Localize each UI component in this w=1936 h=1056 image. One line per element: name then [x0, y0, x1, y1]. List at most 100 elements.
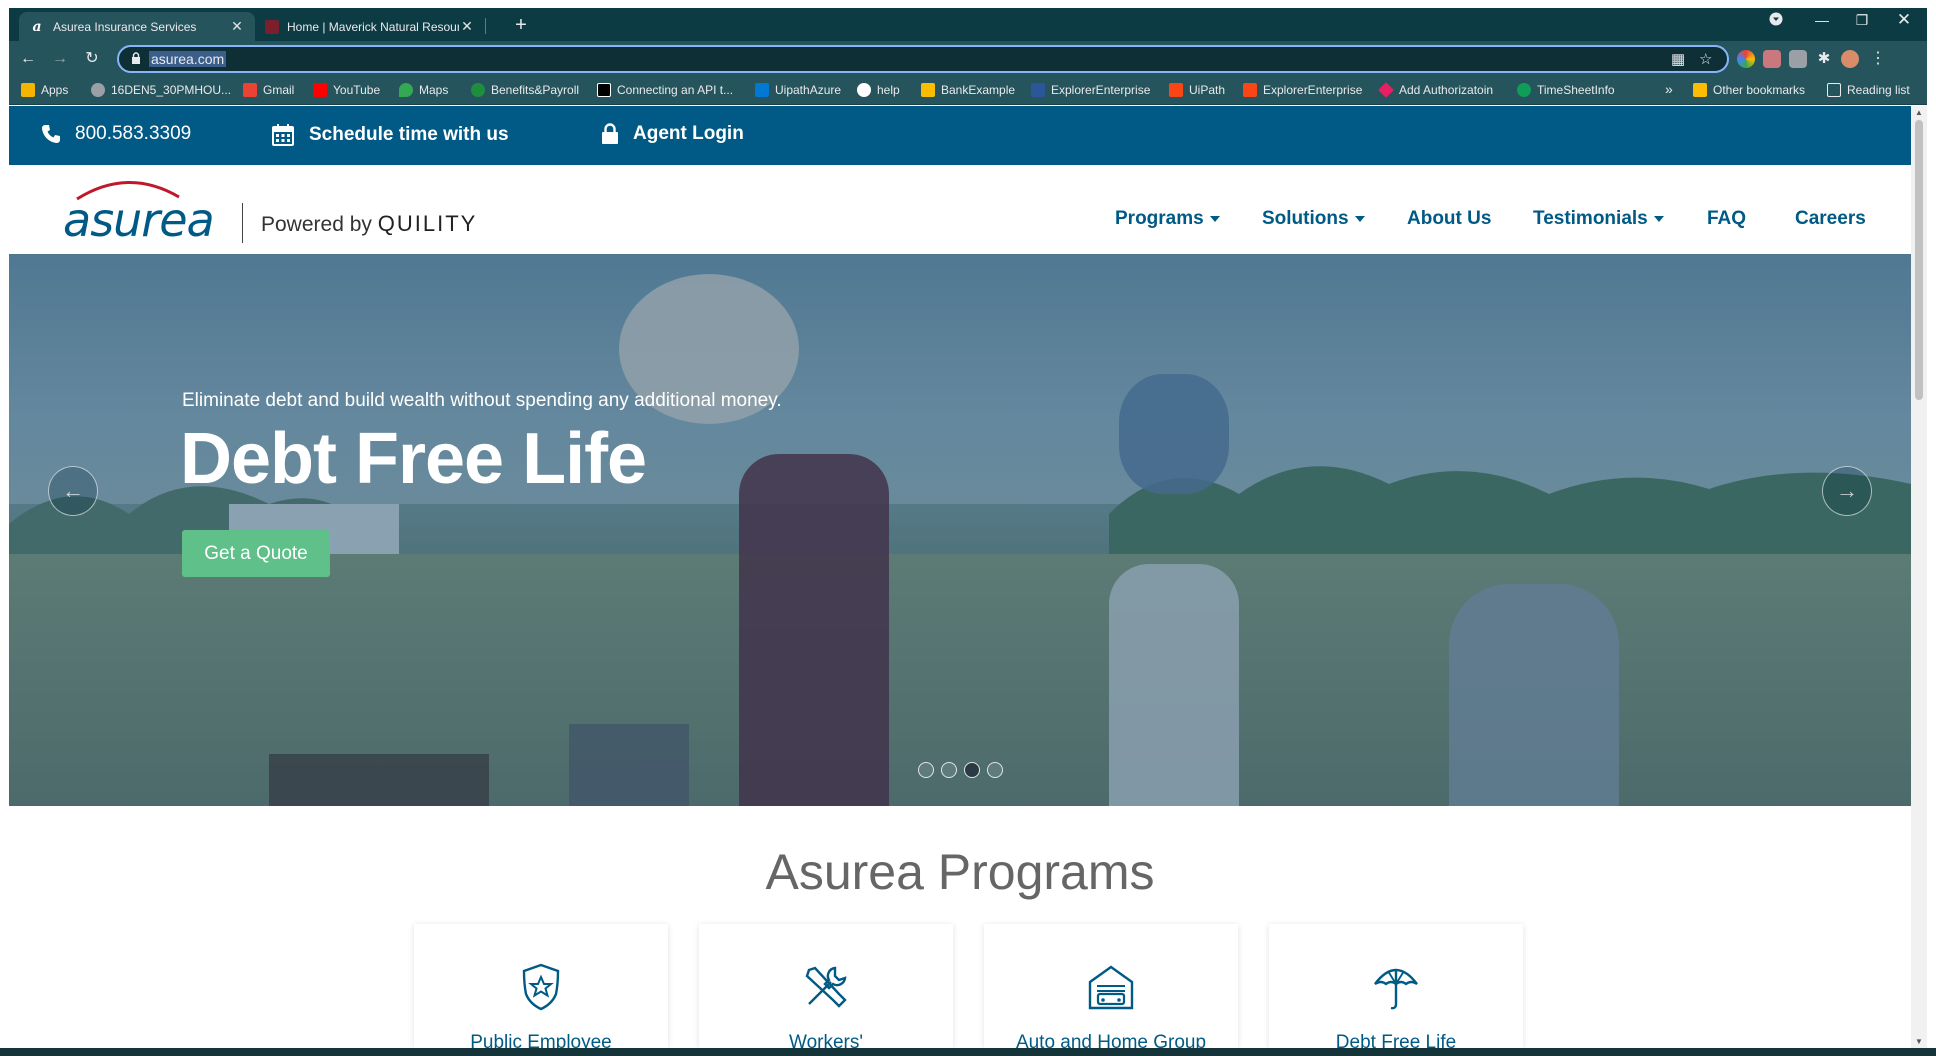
bookmark-label: UiPath: [1189, 83, 1226, 97]
arrow-left-icon: ←: [62, 478, 84, 503]
bookmark-label: UipathAzure: [775, 83, 842, 97]
schedule-label: Schedule time with us: [309, 124, 509, 145]
tab-search-icon[interactable]: [1761, 12, 1791, 29]
scrollbar-thumb[interactable]: [1915, 120, 1923, 400]
bookmark-item[interactable]: Maps: [399, 83, 448, 97]
nav-about-us[interactable]: About Us: [1407, 208, 1491, 230]
carousel-prev-button[interactable]: ←: [48, 466, 98, 516]
forward-button[interactable]: →: [49, 48, 71, 70]
uipath-icon: [1169, 83, 1183, 97]
bookmark-star-icon[interactable]: ☆: [1699, 50, 1712, 68]
caret-down-icon: [1653, 216, 1664, 222]
tab-asurea[interactable]: a Asurea Insurance Services ✕: [19, 12, 255, 41]
scroll-down-arrow-icon[interactable]: ▼: [1914, 1037, 1924, 1046]
maps-icon: [399, 83, 413, 97]
bookmarks-bar: Apps 16DEN5_30PMHOU... Gmail YouTube Map…: [9, 77, 1927, 105]
nav-faq[interactable]: FAQ: [1707, 208, 1746, 230]
bookmark-item[interactable]: ExplorerEnterprise: [1031, 83, 1150, 97]
new-tab-button[interactable]: +: [509, 14, 533, 37]
bookmark-label: BankExample: [941, 83, 1016, 97]
reload-button[interactable]: ↻: [81, 48, 103, 70]
schedule-link[interactable]: Schedule time with us: [271, 123, 509, 147]
program-card-debt-free-life[interactable]: Debt Free Life: [1269, 924, 1523, 1048]
bookmark-item[interactable]: BankExample: [921, 83, 1015, 97]
scroll-up-arrow-icon[interactable]: ▲: [1914, 108, 1924, 117]
nav-careers[interactable]: Careers: [1795, 208, 1866, 230]
nav-programs[interactable]: Programs: [1115, 208, 1220, 230]
hero-subtitle: Eliminate debt and build wealth without …: [182, 390, 782, 411]
browser-menu-icon[interactable]: ⋮: [1867, 48, 1889, 70]
bookmark-label: ExplorerEnterprise: [1051, 83, 1151, 97]
bookmark-item[interactable]: Gmail: [243, 83, 294, 97]
bookmark-item[interactable]: 16DEN5_30PMHOU...: [91, 83, 231, 97]
lock-icon: [132, 52, 140, 64]
browser-toolbar: ← → ↻ asurea.com ▦ ☆ ✱ ⋮: [9, 41, 1927, 77]
carousel-dot-active[interactable]: [964, 762, 980, 778]
restore-button[interactable]: ❐: [1847, 12, 1877, 29]
program-card-label: Auto and Home Group: [1015, 1032, 1207, 1048]
web-page: 800.583.3309 Schedule time with us Agent…: [9, 106, 1911, 1048]
carousel-dot[interactable]: [918, 762, 934, 778]
carousel-indicators: [918, 762, 1010, 778]
nav-testimonials[interactable]: Testimonials: [1533, 208, 1664, 230]
tab-maverick[interactable]: Home | Maverick Natural Resourc ✕: [255, 12, 485, 41]
bookmark-item[interactable]: UipathAzure: [755, 83, 841, 97]
tab-title: Asurea Insurance Services: [53, 19, 197, 34]
agent-login-link[interactable]: Agent Login: [601, 123, 744, 145]
bookmark-label: Connecting an API t...: [617, 83, 734, 97]
extension-icon[interactable]: [1789, 50, 1807, 68]
carousel-dot[interactable]: [987, 762, 1003, 778]
bookmark-item[interactable]: help: [857, 83, 900, 97]
bookmark-label: YouTube: [333, 83, 381, 97]
phone-link[interactable]: 800.583.3309: [41, 123, 191, 145]
reading-list-button[interactable]: Reading list: [1827, 83, 1910, 97]
program-card-auto-home[interactable]: Auto and Home Group: [984, 924, 1238, 1048]
carousel-next-button[interactable]: →: [1822, 466, 1872, 516]
bookmark-item[interactable]: ExplorerEnterprise: [1243, 83, 1362, 97]
other-bookmarks-folder[interactable]: Other bookmarks: [1693, 83, 1805, 97]
qr-code-icon[interactable]: ▦: [1671, 50, 1685, 68]
close-tab-icon[interactable]: ✕: [229, 18, 245, 35]
back-button[interactable]: ←: [17, 48, 39, 70]
police-badge-icon: [522, 963, 560, 1011]
bookmark-item[interactable]: TimeSheetInfo: [1517, 83, 1615, 97]
address-bar[interactable]: asurea.com ▦ ☆: [117, 45, 1729, 73]
bookmark-item[interactable]: Connecting an API t...: [597, 83, 733, 97]
bank-icon: [921, 83, 935, 97]
minimize-button[interactable]: —: [1807, 12, 1837, 28]
garage-car-icon: [1088, 965, 1134, 1010]
nav-solutions[interactable]: Solutions: [1262, 208, 1365, 230]
main-navigation: asurea Powered by QUILITY Programs Solut…: [9, 165, 1911, 254]
color-extension-icon[interactable]: [1737, 50, 1755, 68]
maverick-favicon-icon: [265, 19, 279, 34]
bookmark-item[interactable]: Apps: [21, 83, 68, 97]
hero-carousel: Eliminate debt and build wealth without …: [9, 254, 1911, 806]
extensions-puzzle-icon[interactable]: ✱: [1815, 50, 1833, 68]
program-card-public-employee[interactable]: Public Employee: [414, 924, 668, 1048]
bookmark-label: Gmail: [263, 83, 295, 97]
bookmarks-overflow-button[interactable]: »: [1665, 81, 1673, 97]
profile-avatar[interactable]: [1841, 50, 1859, 68]
bookmark-item[interactable]: Add Authorizatoin: [1378, 82, 1493, 98]
tab-separator: [485, 18, 486, 34]
carousel-dot[interactable]: [941, 762, 957, 778]
close-window-button[interactable]: ✕: [1889, 10, 1919, 30]
bookmark-item[interactable]: UiPath: [1169, 83, 1225, 97]
close-tab-icon[interactable]: ✕: [459, 18, 475, 35]
tab-title: Home | Maverick Natural Resourc: [287, 19, 459, 34]
bookmark-item[interactable]: YouTube: [313, 83, 380, 97]
bookmark-item[interactable]: Benefits&Payroll: [471, 83, 579, 97]
logo-divider: [242, 203, 243, 243]
extension-icon[interactable]: [1763, 50, 1781, 68]
youtube-icon: [313, 83, 327, 97]
url-text[interactable]: asurea.com: [149, 51, 227, 67]
caret-down-icon: [1209, 216, 1220, 222]
program-card-workers[interactable]: Workers': [699, 924, 953, 1048]
asurea-logo[interactable]: asurea: [63, 177, 215, 247]
browser-window: a Asurea Insurance Services ✕ Home | Mav…: [9, 8, 1927, 1048]
page-scrollbar[interactable]: ▲ ▼: [1911, 106, 1927, 1048]
lock-icon: [601, 123, 619, 145]
nav-label: FAQ: [1707, 208, 1747, 229]
bookmark-label: ExplorerEnterprise: [1263, 83, 1363, 97]
get-a-quote-button[interactable]: Get a Quote: [182, 530, 330, 577]
